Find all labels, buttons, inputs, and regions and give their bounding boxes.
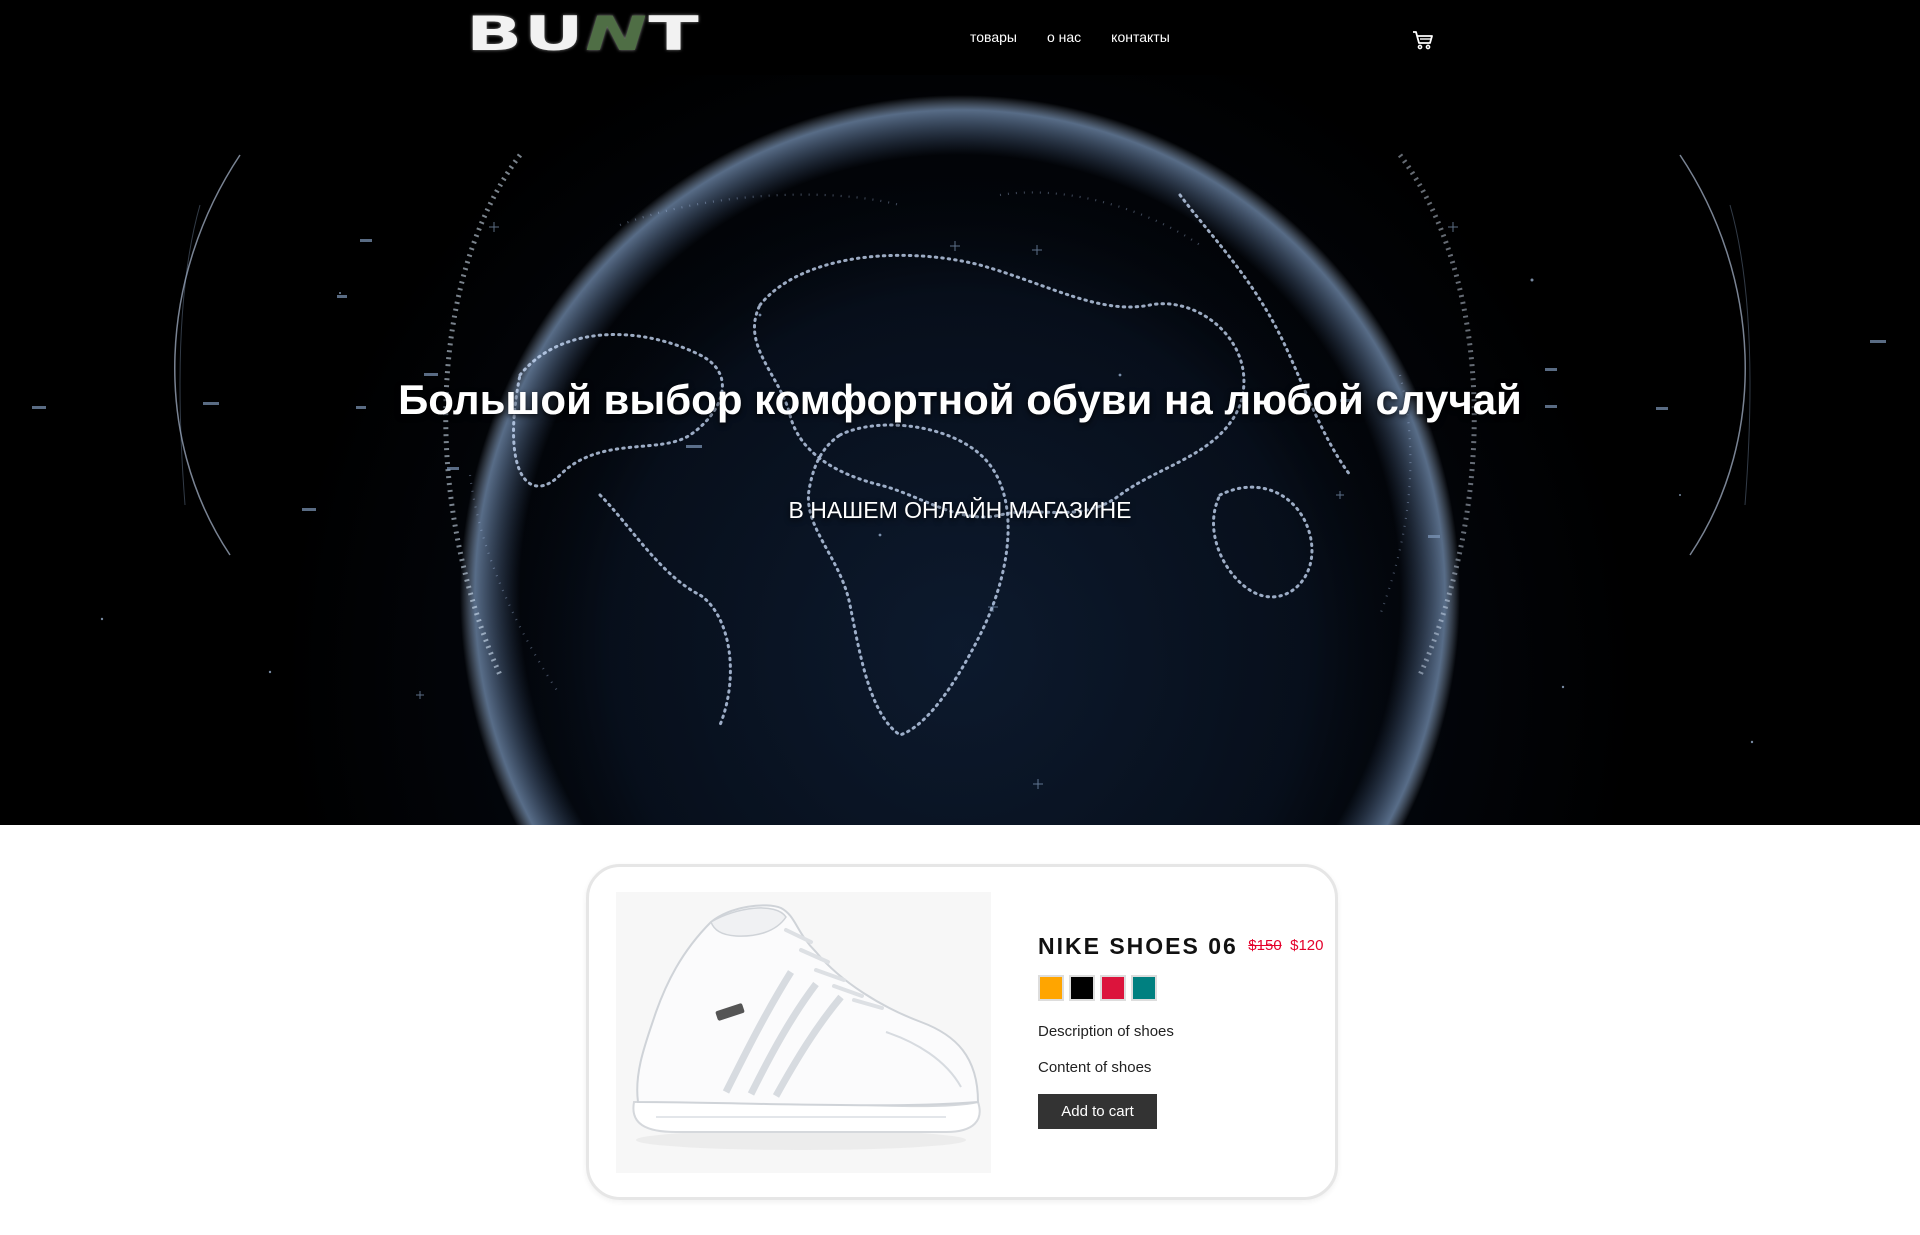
hero-title: Большой выбор комфортной обуви на любой … — [398, 376, 1522, 423]
logo-part-accent: N — [585, 7, 649, 62]
product-title-row: NIKE SHOES 06 $150 $120 — [1038, 933, 1324, 960]
product-name: NIKE SHOES 06 — [1038, 933, 1238, 959]
logo-part: T — [648, 7, 701, 62]
color-swatch-orange[interactable] — [1038, 975, 1064, 1001]
color-swatch-black[interactable] — [1069, 975, 1095, 1001]
product-image[interactable] — [616, 892, 991, 1173]
cart-icon[interactable] — [1411, 28, 1435, 52]
nav-link-contacts[interactable]: контакты — [1111, 29, 1170, 45]
globe-background-image — [32, 95, 1886, 825]
logo-part: BU — [466, 7, 586, 62]
product-card: NIKE SHOES 06 $150 $120 Description of s… — [586, 864, 1338, 1200]
site-header: BUNT товары о нас контакты — [0, 0, 1920, 75]
add-to-cart-button[interactable]: Add to cart — [1038, 1094, 1157, 1129]
logo[interactable]: BUNT — [466, 11, 700, 58]
product-description: Description of shoes — [1038, 1023, 1174, 1040]
color-swatch-teal[interactable] — [1131, 975, 1157, 1001]
color-swatch-crimson[interactable] — [1100, 975, 1126, 1001]
new-price: $120 — [1290, 937, 1324, 954]
product-content: Content of shoes — [1038, 1059, 1152, 1076]
hero-banner: Большой выбор комфортной обуви на любой … — [0, 75, 1920, 825]
old-price: $150 — [1248, 937, 1282, 954]
nav-link-about[interactable]: о нас — [1047, 29, 1081, 45]
hero-subtitle: В НАШЕМ ОНЛАЙН МАГАЗИНЕ — [788, 497, 1132, 523]
color-swatches — [1038, 975, 1157, 1001]
main-nav: товары о нас контакты — [970, 29, 1170, 45]
nav-link-products[interactable]: товары — [970, 29, 1017, 45]
